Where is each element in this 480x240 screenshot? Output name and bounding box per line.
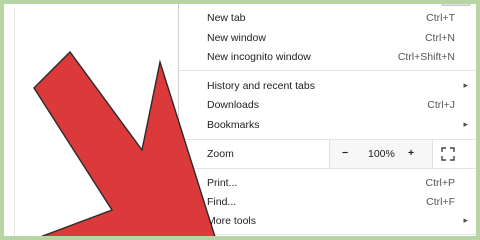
pointer-arrow-icon: [31, 50, 217, 240]
